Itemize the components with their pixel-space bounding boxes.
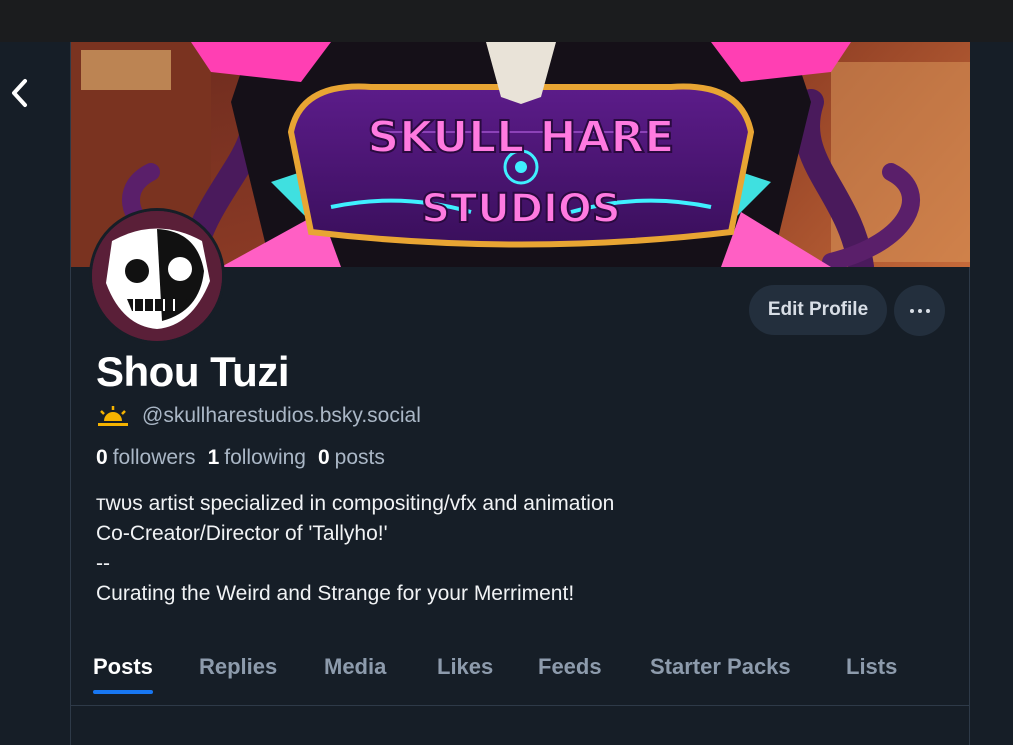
- more-options-button[interactable]: [894, 285, 945, 336]
- bio-line: ᴛᴡᴜs artist specialized in compositing/v…: [96, 492, 615, 515]
- bio-line: Co-Creator/Director of 'Tallyho!': [96, 522, 388, 545]
- followers-label: followers: [112, 446, 196, 469]
- following-stat[interactable]: 1 following: [208, 446, 306, 470]
- posts-count: 0: [317, 446, 330, 469]
- sun-rise-icon: [98, 406, 128, 426]
- followers-stat[interactable]: 0 followers: [96, 446, 196, 470]
- tab-replies[interactable]: Replies: [199, 654, 277, 694]
- tab-lists[interactable]: Lists: [846, 654, 897, 694]
- followers-count: 0: [96, 446, 108, 469]
- more-dot: [917, 308, 922, 313]
- chevron-left-icon: [12, 79, 27, 107]
- bio-line: Curating the Weird and Strange for your …: [96, 582, 575, 605]
- banner-logo-line1: SKULL HARE: [368, 112, 675, 163]
- posts-label: posts: [334, 446, 385, 469]
- display-name: Shou Tuzi: [96, 348, 290, 395]
- bio-line: --: [96, 552, 110, 575]
- tab-posts[interactable]: Posts: [93, 654, 153, 694]
- following-label: following: [224, 446, 306, 469]
- profile-bio: ᴛᴡᴜs artist specialized in compositing/v…: [96, 489, 614, 609]
- profile-stats: 0 followers 1 following 0 posts: [96, 446, 385, 470]
- posts-stat: 0 posts: [318, 446, 385, 470]
- tab-media[interactable]: Media: [324, 654, 386, 694]
- profile-handle[interactable]: @skullharestudios.bsky.social: [142, 404, 421, 428]
- following-count: 1: [207, 446, 220, 469]
- tab-feeds[interactable]: Feeds: [538, 654, 602, 694]
- handle-row: @skullharestudios.bsky.social: [96, 404, 421, 428]
- profile-tabs: Posts Replies Media Likes Feeds Starter …: [71, 642, 970, 706]
- avatar[interactable]: [89, 208, 225, 344]
- back-button[interactable]: [4, 70, 36, 116]
- profile-column: SKULL HARE STUDIOS Edit Profile Shou Tuz…: [70, 42, 970, 745]
- banner-logo-line2: STUDIOS: [421, 186, 620, 232]
- tab-likes[interactable]: Likes: [437, 654, 493, 694]
- top-bar: [0, 0, 1013, 42]
- edit-profile-button[interactable]: Edit Profile: [749, 285, 887, 335]
- more-dot: [925, 308, 930, 313]
- tab-starter-packs[interactable]: Starter Packs: [650, 654, 791, 694]
- more-dots-icon: [909, 308, 914, 313]
